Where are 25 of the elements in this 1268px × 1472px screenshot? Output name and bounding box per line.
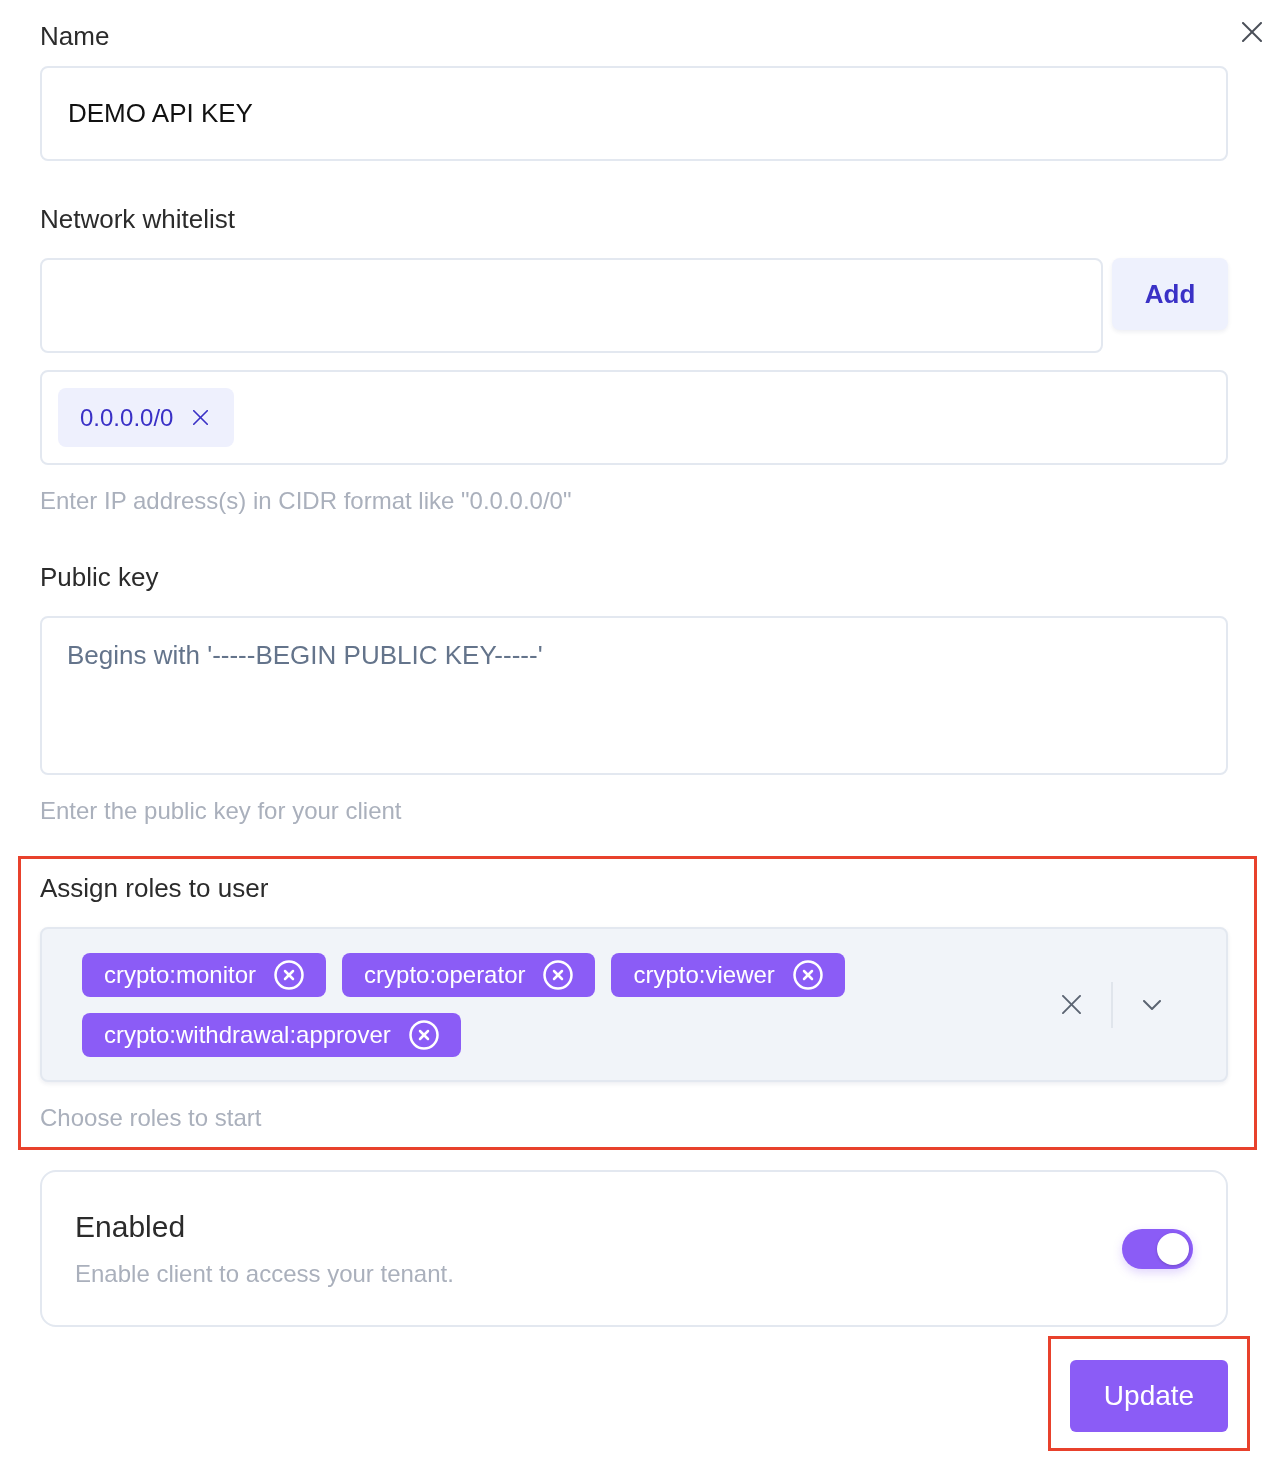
ip-input[interactable] bbox=[40, 258, 1103, 353]
remove-icon[interactable] bbox=[193, 410, 209, 425]
enabled-toggle[interactable] bbox=[1122, 1228, 1193, 1269]
enabled-title: Enabled bbox=[75, 1208, 187, 1245]
role-name: crypto:withdrawal:approver bbox=[104, 1019, 391, 1050]
update-button[interactable]: Update bbox=[1070, 1360, 1228, 1432]
role-name: crypto:monitor bbox=[104, 959, 257, 990]
roles-select[interactable]: crypto:monitor crypto:operator crypto:viewer crypto:withdrawal:approver bbox=[40, 927, 1228, 1082]
public-key-hint: Enter the public key for your client bbox=[40, 796, 403, 826]
public-key-label: Public key bbox=[40, 561, 160, 593]
public-key-field[interactable]: Begins with '-----BEGIN PUBLIC KEY-----' bbox=[40, 616, 1228, 775]
roles-hint: Choose roles to start bbox=[40, 1103, 263, 1133]
clear-icon[interactable] bbox=[1062, 995, 1081, 1014]
role-name: crypto:operator bbox=[364, 959, 526, 990]
name-label: Name bbox=[40, 20, 110, 52]
whitelist-hint: Enter IP address(s) in CIDR format like "0.0.0.0/0" bbox=[40, 486, 573, 516]
roles-label: Assign roles to user bbox=[40, 872, 270, 904]
close-icon[interactable] bbox=[1242, 22, 1262, 42]
chevron-down-icon[interactable] bbox=[1143, 999, 1161, 1010]
network-whitelist-label: Network whitelist bbox=[40, 203, 237, 235]
role-name: crypto:viewer bbox=[633, 959, 775, 990]
ip-address: 0.0.0.0/0 bbox=[80, 402, 174, 433]
add-button[interactable]: Add bbox=[1112, 258, 1228, 330]
enabled-description: Enable client to access your tenant. bbox=[75, 1258, 454, 1289]
name-input[interactable]: DEMO API KEY bbox=[40, 66, 1228, 161]
